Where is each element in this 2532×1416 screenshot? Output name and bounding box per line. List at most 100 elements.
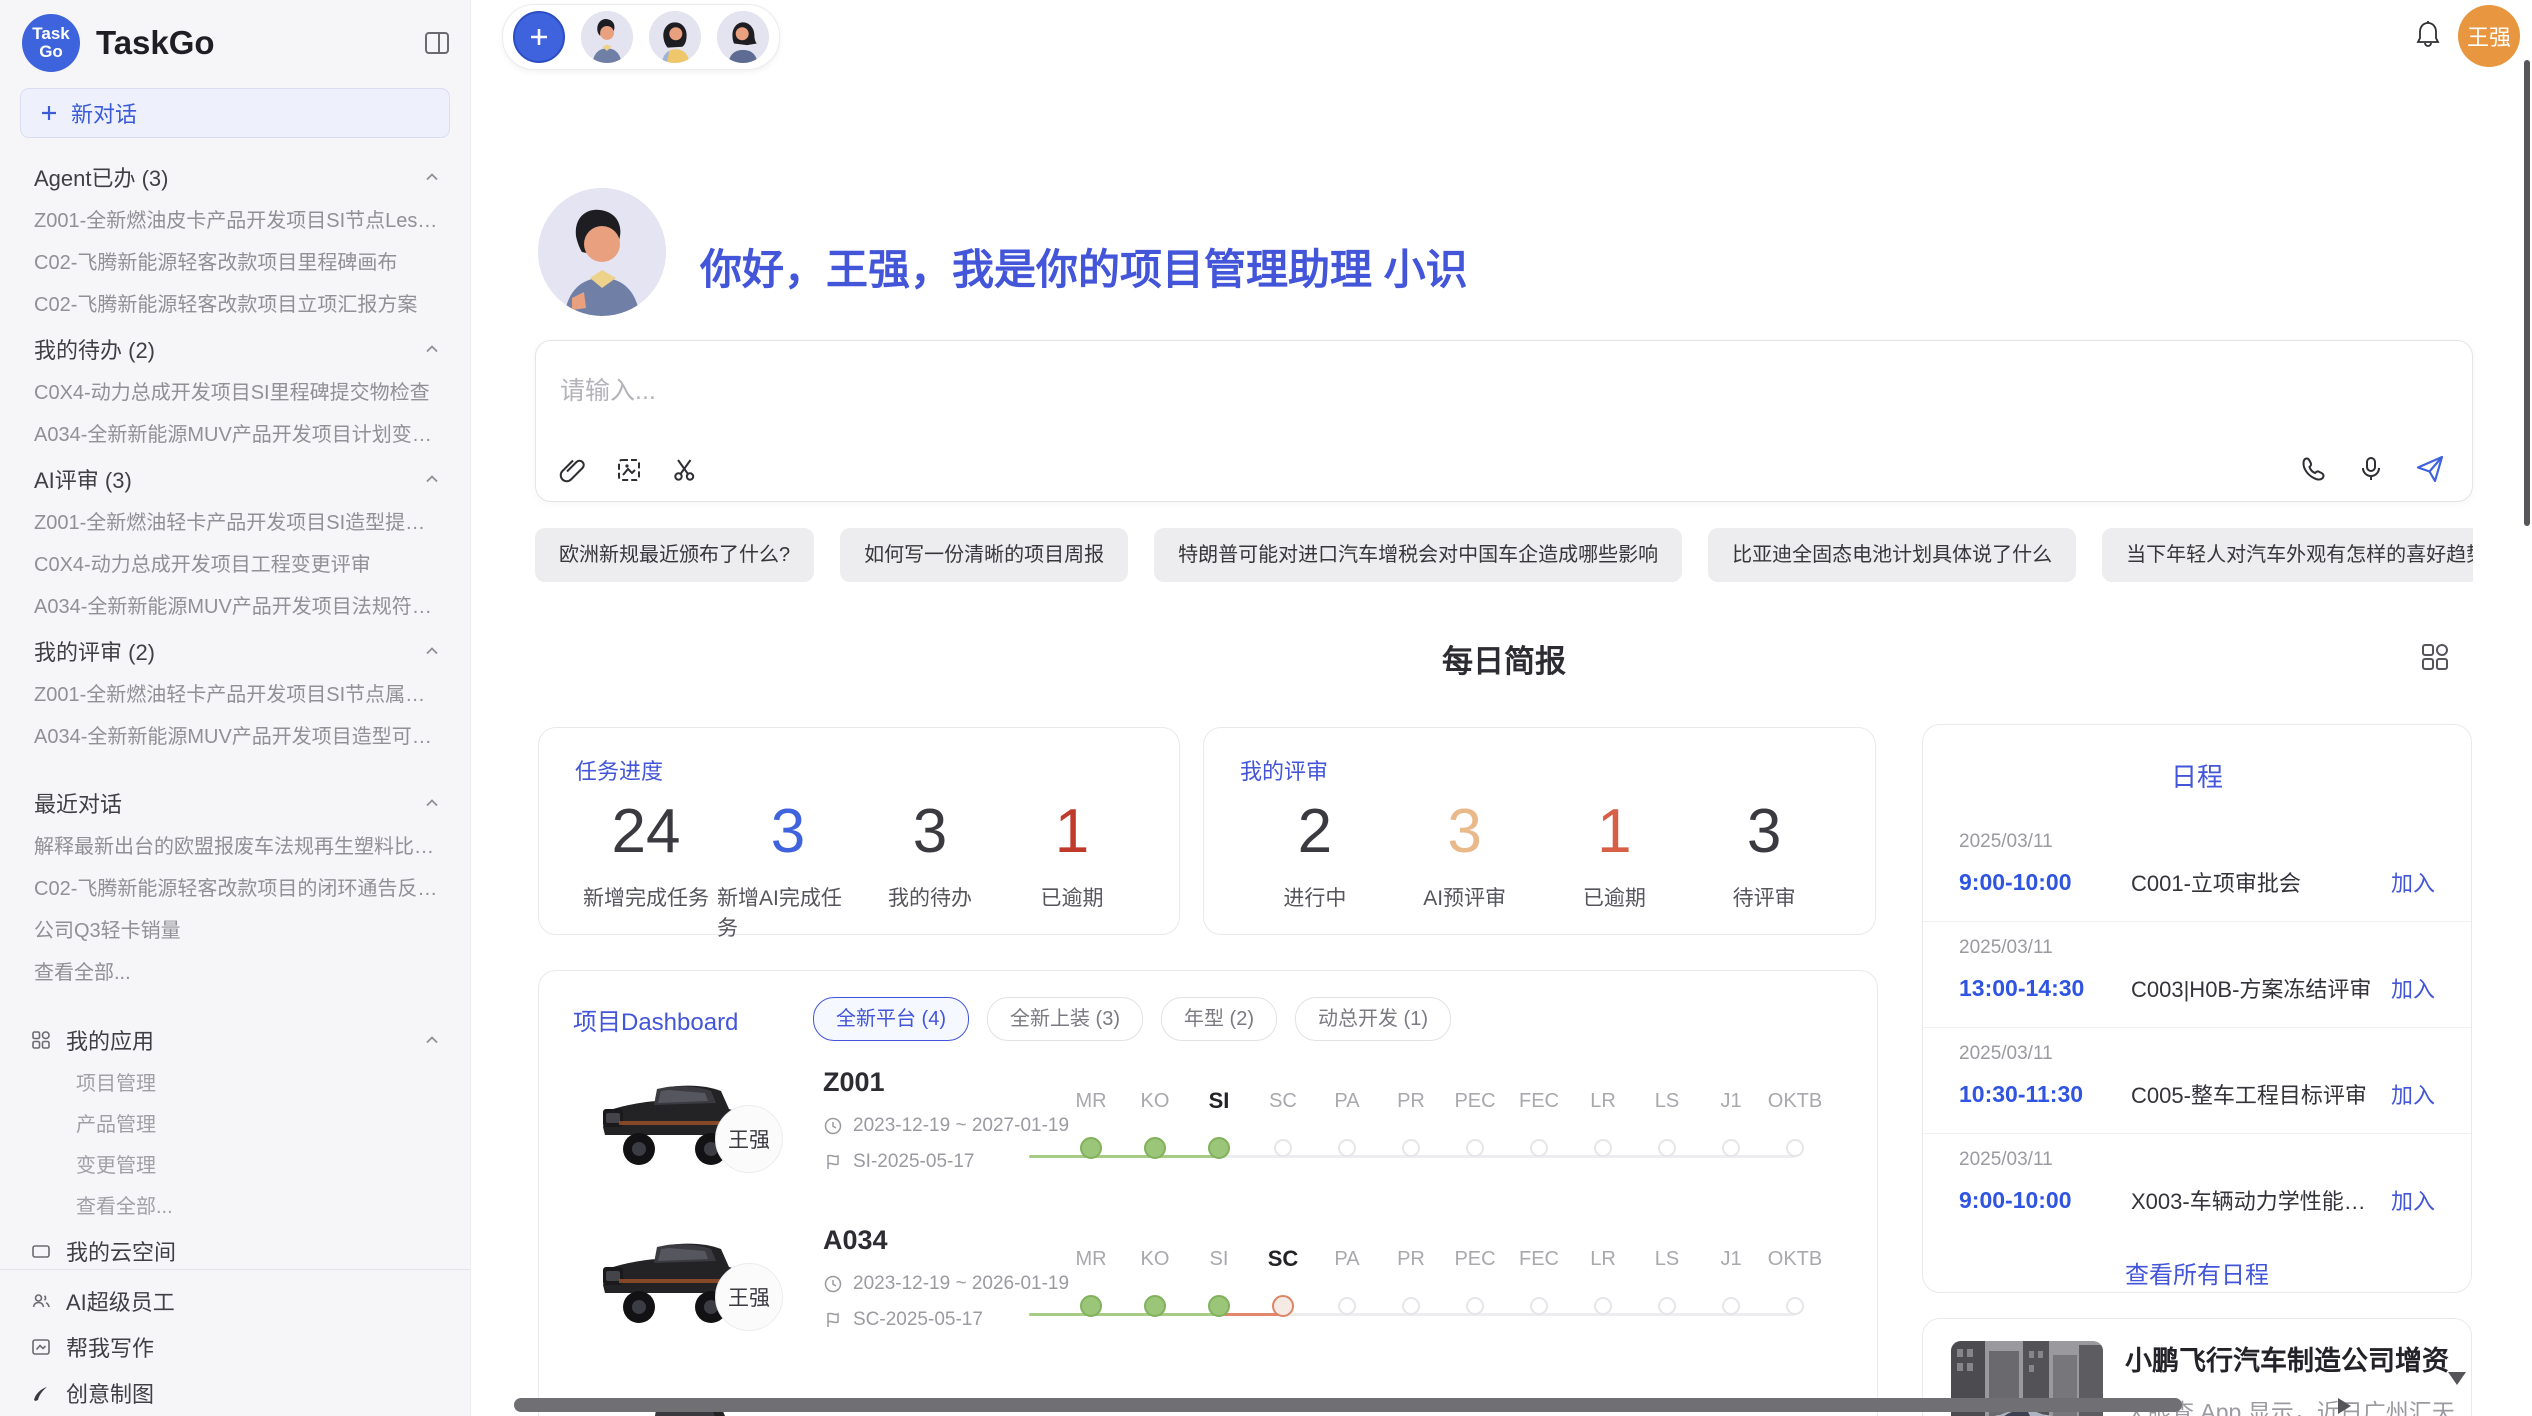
task-progress-card: 任务进度 24 新增完成任务 3 新增AI完成任务 3 我的待办 1 已逾期 (538, 727, 1180, 935)
suggestion-chip[interactable]: 当下年轻人对汽车外观有怎样的喜好趋势 (2102, 528, 2473, 582)
milestone-mr: MR (1059, 1087, 1123, 1177)
milestone-si: SI (1187, 1087, 1251, 1177)
section-label: Agent已办 (3) (34, 161, 169, 193)
sidebar-item-product-mgmt[interactable]: 产品管理 (0, 1105, 470, 1146)
project-code: A034 (823, 1225, 888, 1256)
phone-call-icon[interactable] (2298, 454, 2328, 484)
tab-new-body[interactable]: 全新上装 (3) (987, 997, 1143, 1041)
attachment-icon[interactable] (558, 455, 588, 485)
view-all-schedule-link[interactable]: 查看所有日程 (1923, 1255, 2471, 1290)
image-upload-icon[interactable] (614, 455, 644, 485)
sidebar-item[interactable]: C0X4-动力总成开发项目工程变更评审 (0, 544, 470, 586)
sidebar-item[interactable]: 公司Q3轻卡销量 (0, 910, 470, 952)
sidebar-item-apps-view-all[interactable]: 查看全部... (0, 1187, 470, 1228)
clock-icon (823, 1116, 843, 1136)
sidebar-item-ai-super-staff[interactable]: AI超级员工 (0, 1278, 470, 1324)
sidebar-collapse-icon[interactable] (424, 30, 450, 56)
new-chat-button[interactable]: 新对话 (20, 88, 450, 138)
sidebar-item[interactable]: A034-全新新能源MUV产品开发项目法规符合性评审 (0, 586, 470, 628)
my-review-title: 我的评审 (1240, 754, 1839, 786)
news-title[interactable]: 小鹏飞行汽车制造公司增资 (2125, 1339, 2449, 1378)
project-dates: 2023-12-19 ~ 2027-01-19 (823, 1115, 1069, 1137)
join-meeting-link[interactable]: 加入 (2391, 1184, 2435, 1216)
milestone-dot (1594, 1297, 1612, 1315)
tab-new-platform[interactable]: 全新平台 (4) (813, 997, 969, 1041)
suggestion-chip[interactable]: 比亚迪全固态电池计划具体说了什么 (1708, 528, 2076, 582)
sidebar-item-project-mgmt[interactable]: 项目管理 (0, 1064, 470, 1105)
chat-input-placeholder[interactable]: 请输入... (560, 371, 656, 407)
sidebar-item-my-apps[interactable]: 我的应用 (0, 1016, 470, 1064)
scroll-right-arrow[interactable] (2338, 1398, 2351, 1414)
notifications-bell-icon[interactable] (2412, 18, 2444, 50)
milestone-pec: PEC (1443, 1087, 1507, 1177)
sidebar-item[interactable]: C0X4-动力总成开发项目SI里程碑提交物检查 (0, 372, 470, 414)
schedule-date: 2025/03/11 (1959, 1043, 2435, 1065)
sidebar-item-cloud-space[interactable]: 我的云空间 (0, 1228, 470, 1274)
sidebar-item[interactable]: Z001-全新燃油轻卡产品开发项目SI造型提交物评审 (0, 502, 470, 544)
join-meeting-link[interactable]: 加入 (2391, 866, 2435, 898)
scroll-down-arrow[interactable] (2448, 1372, 2466, 1385)
stat-label: 新增AI完成任务 (717, 882, 859, 942)
send-icon[interactable] (2414, 453, 2446, 485)
tab-powertrain[interactable]: 动总开发 (1) (1295, 997, 1451, 1041)
sidebar-item-change-mgmt[interactable]: 变更管理 (0, 1146, 470, 1187)
add-agent-button[interactable] (513, 11, 565, 63)
agent-avatar-3[interactable] (717, 11, 769, 63)
stat-label: 新增完成任务 (583, 882, 709, 912)
sidebar-item[interactable]: C02-飞腾新能源轻客改款项目里程碑画布 (0, 242, 470, 284)
chevron-up-icon[interactable] (422, 641, 442, 661)
chevron-up-icon[interactable] (422, 339, 442, 359)
project-row-z001[interactable]: 王强 Z001 2023-12-19 ~ 2027-01-19 SI-2025-… (539, 1059, 1879, 1209)
sidebar-item-help-me-write[interactable]: 帮我写作 (0, 1324, 470, 1370)
write-icon (30, 1336, 52, 1358)
agent-avatar-1[interactable] (581, 11, 633, 63)
join-meeting-link[interactable]: 加入 (2391, 972, 2435, 1004)
tab-model-year[interactable]: 年型 (2) (1161, 997, 1277, 1041)
milestone-dot (1722, 1297, 1740, 1315)
suggestion-chip[interactable]: 如何写一份清晰的项目周报 (840, 528, 1128, 582)
sidebar-section-my-todo[interactable]: 我的待办 (2) (0, 326, 470, 372)
chevron-up-icon[interactable] (422, 469, 442, 489)
join-meeting-link[interactable]: 加入 (2391, 1078, 2435, 1110)
sidebar-item[interactable]: C02-飞腾新能源轻客改款项目立项汇报方案 (0, 284, 470, 326)
milestone-dot (1466, 1297, 1484, 1315)
sidebar-item-creative-drawing[interactable]: 创意制图 (0, 1370, 470, 1416)
sidebar-item[interactable]: A034-全新新能源MUV产品开发项目造型可行性评审 (0, 716, 470, 758)
agent-avatar-2[interactable] (649, 11, 701, 63)
clock-icon (823, 1274, 843, 1294)
milestone-fec: FEC (1507, 1245, 1571, 1335)
milestone-pr: PR (1379, 1087, 1443, 1177)
chevron-up-icon[interactable] (422, 167, 442, 187)
sidebar-item[interactable]: A034-全新新能源MUV产品开发项目计划变更表编写 (0, 414, 470, 456)
sidebar-section-recent-chats[interactable]: 最近对话 (0, 780, 470, 826)
project-row-a034[interactable]: 王强 A034 2023-12-19 ~ 2026-01-19 SC-2025-… (539, 1217, 1879, 1367)
logo-line-2: Go (39, 43, 63, 61)
chevron-up-icon[interactable] (422, 793, 442, 813)
user-avatar[interactable]: 王强 (2458, 5, 2520, 67)
chevron-up-icon[interactable] (422, 1030, 442, 1050)
sidebar-footer: AI超级员工 帮我写作 创意制图 (0, 1269, 470, 1416)
vertical-scrollbar-thumb[interactable] (2524, 60, 2530, 526)
sidebar-section-ai-review[interactable]: AI评审 (3) (0, 456, 470, 502)
horizontal-scrollbar-thumb[interactable] (514, 1398, 2182, 1412)
sidebar-section-agent-done[interactable]: Agent已办 (3) (0, 154, 470, 200)
sidebar-item[interactable]: C02-飞腾新能源轻客改款项目的闭环通告反馈情况 (0, 868, 470, 910)
flag-icon (823, 1310, 843, 1330)
sidebar-section-my-review[interactable]: 我的评审 (2) (0, 628, 470, 674)
briefing-layout-icon[interactable] (2418, 640, 2452, 674)
milestone-dot (1658, 1139, 1676, 1157)
schedule-time: 9:00-10:00 (1959, 869, 2131, 896)
sidebar-item-view-all[interactable]: 查看全部... (0, 952, 470, 994)
sidebar-item[interactable]: 解释最新出台的欧盟报废车法规再生塑料比例被调至15%... (0, 826, 470, 868)
microphone-icon[interactable] (2356, 454, 2386, 484)
suggestion-chip[interactable]: 特朗普可能对进口汽车增税会对中国车企造成哪些影响 (1154, 528, 1682, 582)
sidebar-item[interactable]: Z001-全新燃油皮卡产品开发项目SI节点Lesson Learn报告 (0, 200, 470, 242)
schedule-meeting-title: C003|H0B-方案冻结评审 (2131, 972, 2377, 1004)
suggestion-chip[interactable]: 欧洲新规最近颁布了什么? (535, 528, 814, 582)
chat-input-card[interactable]: 请输入... (535, 340, 2473, 502)
scissors-icon[interactable] (670, 455, 700, 485)
milestone-pec: PEC (1443, 1245, 1507, 1335)
milestone-dot-done (1080, 1295, 1102, 1317)
dashboard-tabs: 全新平台 (4) 全新上装 (3) 年型 (2) 动总开发 (1) (813, 997, 1451, 1041)
sidebar-item[interactable]: Z001-全新燃油轻卡产品开发项目SI节点属性5D文件评审 (0, 674, 470, 716)
